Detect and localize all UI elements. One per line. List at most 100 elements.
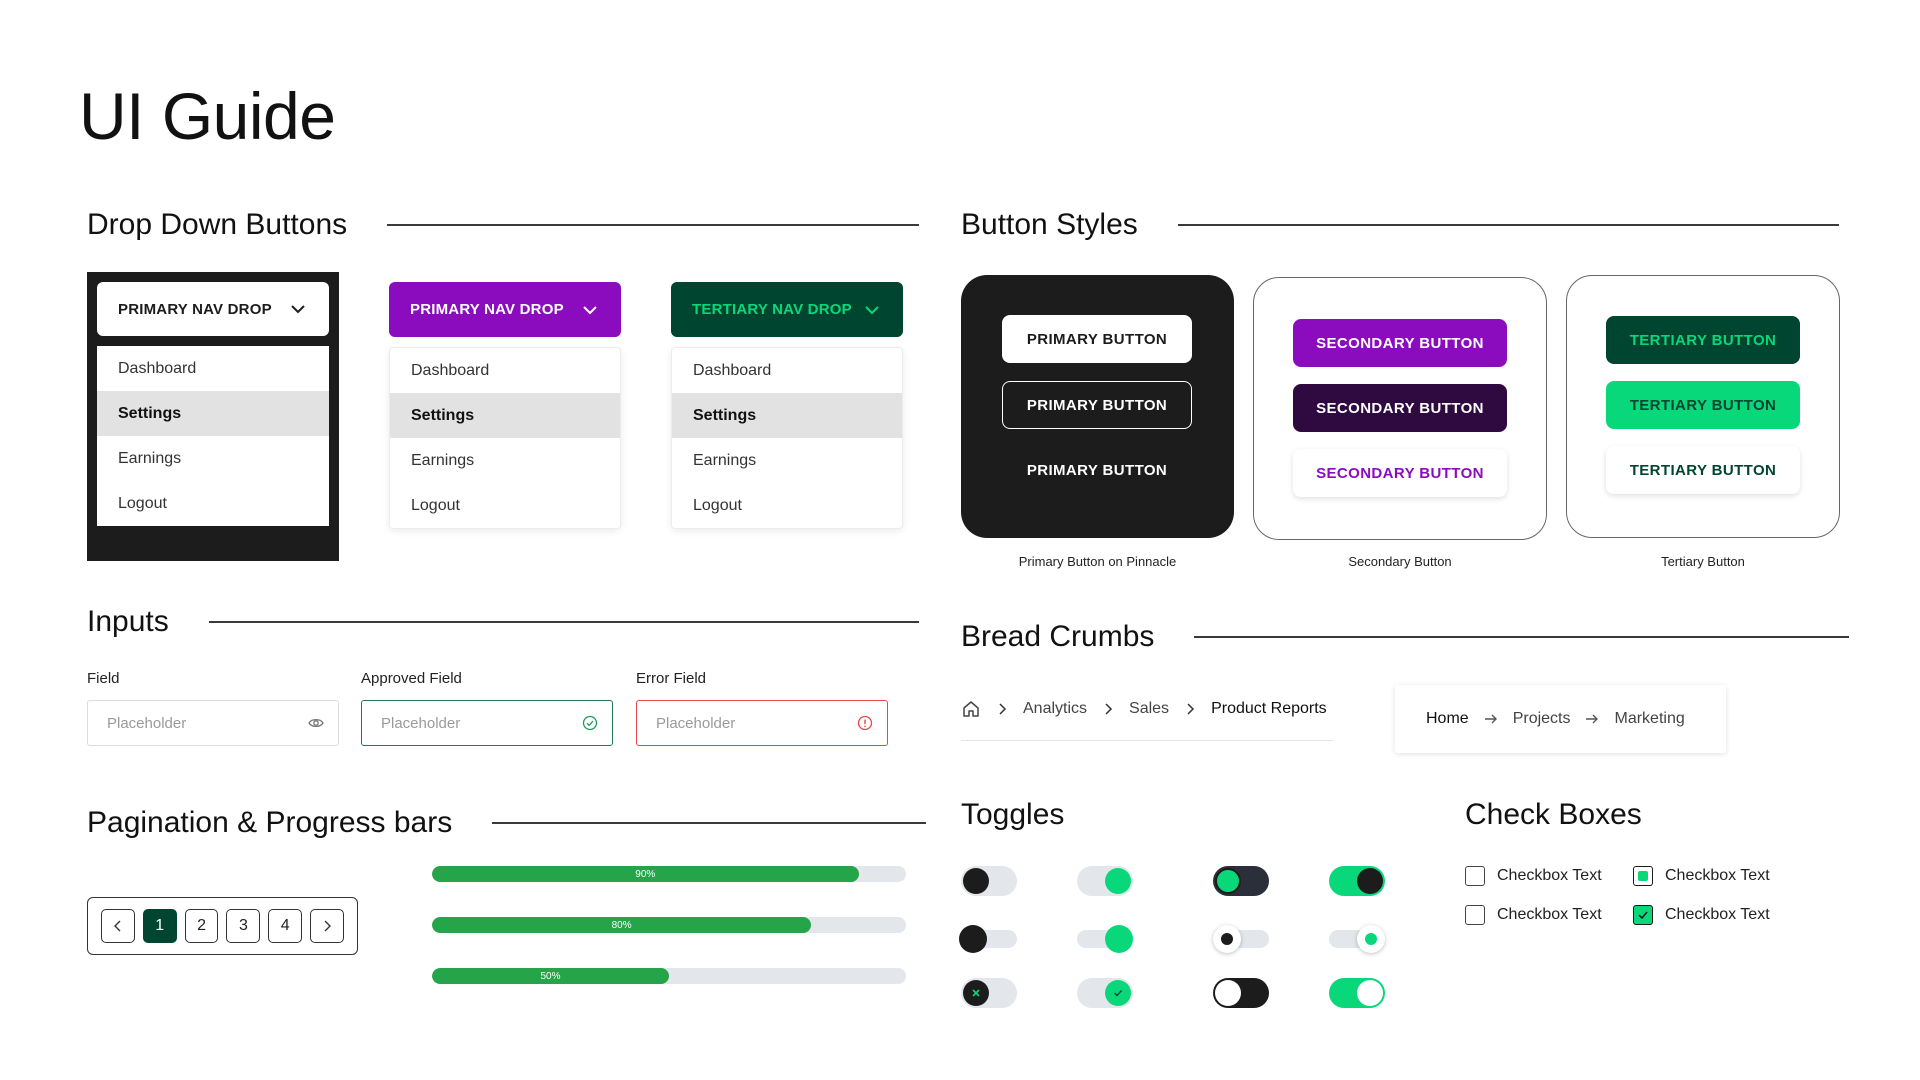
page-button-1[interactable]: 1 [142, 909, 177, 943]
chevron-right-icon [1101, 702, 1115, 716]
menu-item-earnings[interactable]: Earnings [390, 438, 620, 483]
checkbox-label: Checkbox Text [1665, 906, 1770, 923]
toggle-off-with-icon[interactable] [961, 978, 1017, 1008]
checkbox-indeterminate[interactable]: Checkbox Text [1633, 866, 1770, 886]
eye-icon[interactable] [308, 715, 324, 731]
toggle-on-with-icon[interactable] [1077, 978, 1133, 1008]
toggle-knob [963, 980, 989, 1006]
check-icon [1114, 990, 1123, 997]
section-title: Check Boxes [1465, 798, 1642, 831]
toggle-knob [1215, 868, 1241, 894]
tertiary-button-text[interactable]: TERTIARY BUTTON [1606, 446, 1800, 494]
close-icon [972, 989, 980, 997]
toggle-green-track[interactable] [1329, 866, 1385, 896]
menu-item-settings[interactable]: Settings [390, 393, 620, 438]
checkbox-box [1633, 866, 1653, 886]
text-field[interactable]: Placeholder [87, 700, 339, 746]
approved-field[interactable]: Placeholder [361, 700, 613, 746]
chevron-right-icon [1183, 702, 1197, 716]
secondary-nav-dropdown[interactable]: PRIMARY NAV DROP [389, 282, 621, 337]
button-styles-section-header: Button Styles [961, 208, 1839, 242]
section-title: Inputs [87, 605, 169, 638]
progress-bar: 90% [432, 866, 906, 882]
menu-item-dashboard[interactable]: Dashboard [672, 348, 902, 393]
panel-caption: Tertiary Button [1661, 554, 1745, 569]
toggle-knob [1105, 925, 1133, 953]
panel-caption: Secondary Button [1348, 554, 1452, 569]
field-label: Error Field [636, 670, 707, 687]
dropdown-menu: Dashboard Settings Earnings Logout [671, 347, 903, 529]
checkbox-box [1633, 905, 1653, 925]
checkbox-label: Checkbox Text [1497, 906, 1602, 923]
chevron-down-icon [583, 305, 597, 314]
alert-circle-icon [857, 715, 873, 731]
breadcrumb-sales[interactable]: Sales [1129, 700, 1169, 718]
page-button-4[interactable]: 4 [268, 909, 303, 943]
checkbox-checked[interactable]: Checkbox Text [1633, 905, 1770, 925]
section-title: Toggles [961, 798, 1065, 831]
chevron-left-icon [113, 920, 121, 932]
error-field[interactable]: Placeholder [636, 700, 888, 746]
toggle-small-off[interactable] [959, 925, 1017, 953]
dropdown-label: TERTIARY NAV DROP [692, 301, 852, 318]
breadcrumb-home[interactable]: Home [1426, 710, 1469, 728]
page-button-3[interactable]: 3 [226, 909, 261, 943]
inputs-section-header: Inputs [87, 605, 919, 639]
primary-button-panel: PRIMARY BUTTON PRIMARY BUTTON PRIMARY BU… [961, 275, 1234, 538]
tertiary-button-filled[interactable]: TERTIARY BUTTON [1606, 316, 1800, 364]
tertiary-nav-dropdown[interactable]: TERTIARY NAV DROP [671, 282, 903, 337]
menu-item-settings[interactable]: Settings [97, 391, 329, 436]
breadcrumb: Analytics Sales Product Reports [961, 695, 1333, 723]
section-title: Button Styles [961, 208, 1138, 241]
secondary-button-panel: SECONDARY BUTTON SECONDARY BUTTON SECOND… [1253, 277, 1547, 540]
divider [1177, 224, 1839, 226]
menu-item-settings[interactable]: Settings [672, 393, 902, 438]
field-label: Approved Field [361, 670, 462, 687]
secondary-button-filled[interactable]: SECONDARY BUTTON [1293, 319, 1507, 367]
breadcrumb-marketing[interactable]: Marketing [1614, 710, 1684, 728]
secondary-button-text[interactable]: SECONDARY BUTTON [1293, 449, 1507, 497]
pagination-section-header: Pagination & Progress bars [87, 806, 926, 840]
primary-button-text[interactable]: PRIMARY BUTTON [1002, 446, 1192, 494]
secondary-button-dark[interactable]: SECONDARY BUTTON [1293, 384, 1507, 432]
checkbox-unchecked[interactable]: Checkbox Text [1465, 866, 1602, 886]
toggle-dark-track-white-knob[interactable] [1213, 978, 1269, 1008]
toggle-green-track-white-knob[interactable] [1329, 978, 1385, 1008]
menu-item-earnings[interactable]: Earnings [97, 436, 329, 481]
prev-page-button[interactable] [101, 909, 135, 943]
primary-button-outline[interactable]: PRIMARY BUTTON [1002, 381, 1192, 429]
chevron-down-icon [291, 305, 305, 314]
toggle-off-dark-knob[interactable] [961, 866, 1017, 896]
toggle-on-green-knob[interactable] [1077, 866, 1133, 896]
breadcrumb-analytics[interactable]: Analytics [1023, 700, 1087, 718]
menu-item-logout[interactable]: Logout [672, 483, 902, 528]
primary-dropdown-frame: PRIMARY NAV DROP Dashboard Settings Earn… [87, 272, 339, 561]
divider [208, 621, 919, 623]
check-icon [1638, 911, 1648, 920]
progress-label: 80% [611, 919, 632, 931]
menu-item-logout[interactable]: Logout [390, 483, 620, 528]
breadcrumb-projects[interactable]: Projects [1513, 710, 1571, 728]
section-title: Pagination & Progress bars [87, 806, 453, 839]
menu-item-logout[interactable]: Logout [97, 481, 329, 526]
menu-item-dashboard[interactable]: Dashboard [390, 348, 620, 393]
checkbox-unchecked[interactable]: Checkbox Text [1465, 905, 1602, 925]
toggle-small-on-white[interactable] [1329, 925, 1385, 953]
tertiary-button-bright[interactable]: TERTIARY BUTTON [1606, 381, 1800, 429]
field-label: Field [87, 670, 120, 687]
page-button-2[interactable]: 2 [184, 909, 219, 943]
toggle-small-off-white[interactable] [1213, 925, 1269, 953]
home-icon[interactable] [961, 699, 981, 719]
chevron-right-icon [995, 702, 1009, 716]
primary-button-filled[interactable]: PRIMARY BUTTON [1002, 315, 1192, 363]
divider [387, 224, 919, 226]
toggle-small-on[interactable] [1077, 925, 1133, 953]
tertiary-dropdown: TERTIARY NAV DROP Dashboard Settings Ear… [671, 282, 903, 529]
menu-item-earnings[interactable]: Earnings [672, 438, 902, 483]
toggle-dark-track[interactable] [1213, 866, 1269, 896]
toggle-knob [1215, 980, 1241, 1006]
next-page-button[interactable] [310, 909, 344, 943]
menu-item-dashboard[interactable]: Dashboard [97, 346, 329, 391]
primary-nav-dropdown[interactable]: PRIMARY NAV DROP [97, 282, 329, 336]
toggle-knob [963, 868, 989, 894]
